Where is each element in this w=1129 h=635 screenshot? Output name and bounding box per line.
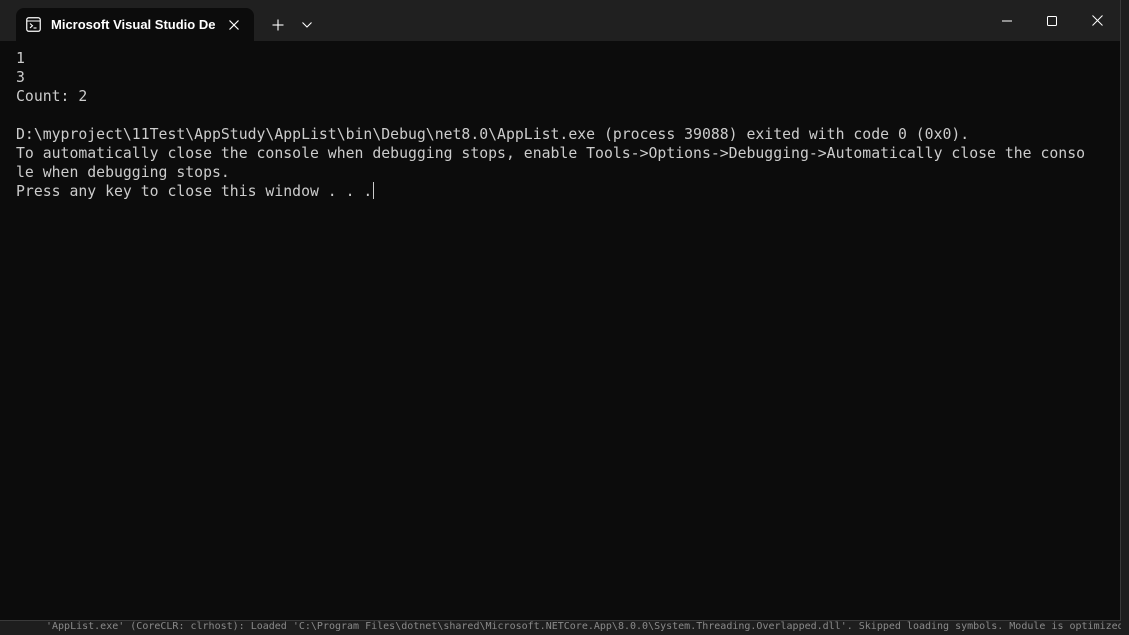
background-output-text: 'AppList.exe' (CoreCLR: clrhost): Loaded… <box>46 621 1121 632</box>
maximize-button[interactable] <box>1029 0 1075 41</box>
terminal-window: Microsoft Visual Studio Debug Console <box>0 0 1121 621</box>
close-window-button[interactable] <box>1074 0 1120 41</box>
console-line: Count: 2 <box>16 88 88 105</box>
console-line: 1 <box>16 50 25 67</box>
title-bar[interactable]: Microsoft Visual Studio Debug Console <box>0 0 1120 41</box>
close-icon <box>1091 15 1103 26</box>
console-line: le when debugging stops. <box>16 164 230 181</box>
console-line: D:\myproject\11Test\AppStudy\AppList\bin… <box>16 126 970 143</box>
background-output-strip: 'AppList.exe' (CoreCLR: clrhost): Loaded… <box>0 620 1129 635</box>
background-ide-panel <box>1120 0 1129 620</box>
console-prompt-line: Press any key to close this window . . . <box>16 182 1111 201</box>
tab-close-button[interactable] <box>225 16 243 34</box>
chevron-down-icon <box>302 22 312 28</box>
console-line: 3 <box>16 69 25 86</box>
minimize-button[interactable] <box>984 0 1030 41</box>
console-app-icon <box>26 17 41 32</box>
console-output[interactable]: 1 3 Count: 2 D:\myproject\11Test\AppStud… <box>16 49 1111 201</box>
new-tab-button[interactable] <box>266 13 290 37</box>
text-cursor <box>373 182 375 199</box>
console-prompt-text: Press any key to close this window . . . <box>16 183 373 200</box>
tab-debug-console[interactable]: Microsoft Visual Studio Debug Console <box>16 8 254 41</box>
console-line: To automatically close the console when … <box>16 145 1086 162</box>
maximize-icon <box>1047 15 1057 26</box>
tab-title: Microsoft Visual Studio Debug Console <box>51 17 216 32</box>
close-icon <box>229 20 239 30</box>
tab-dropdown-button[interactable] <box>297 13 317 37</box>
minimize-icon <box>1002 20 1012 21</box>
plus-icon <box>272 19 284 31</box>
